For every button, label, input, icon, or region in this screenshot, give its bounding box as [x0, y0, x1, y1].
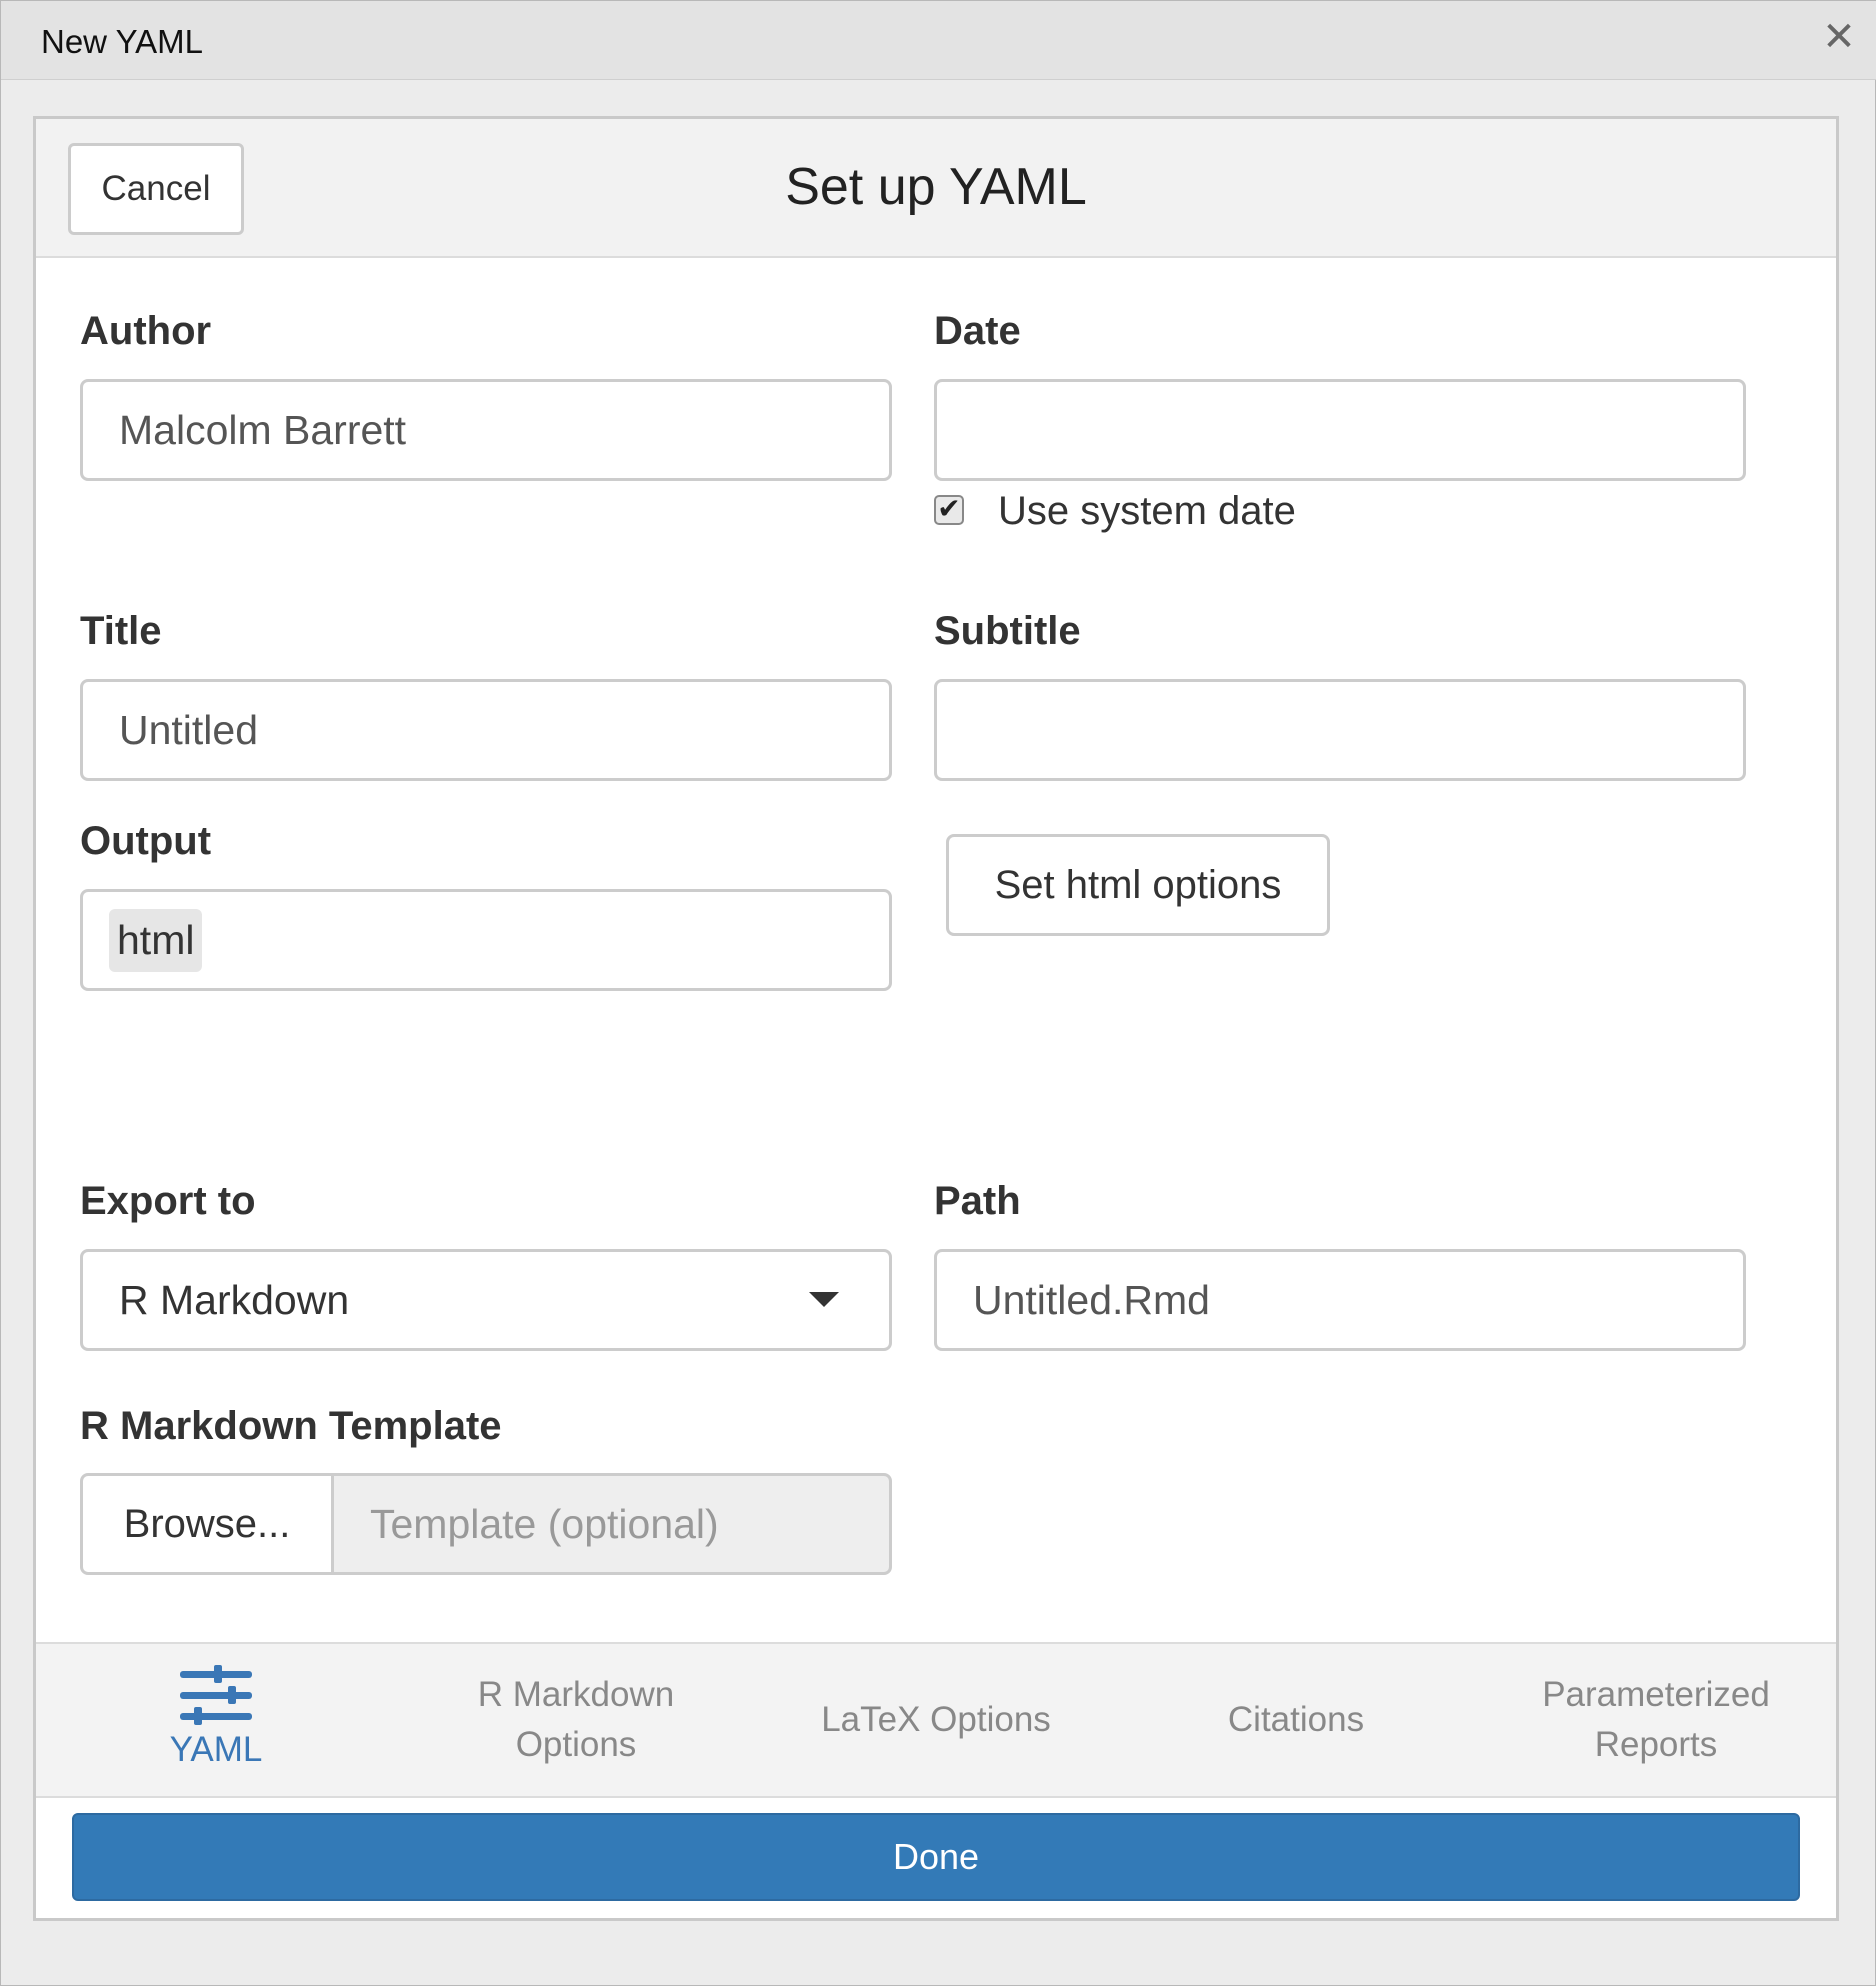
date-input[interactable] — [934, 379, 1746, 481]
path-input[interactable]: Untitled.Rmd — [934, 1249, 1746, 1351]
title-placeholder: Untitled — [119, 706, 259, 753]
output-select[interactable]: html — [80, 889, 892, 991]
done-button[interactable]: Done — [72, 1813, 1800, 1901]
subtitle-input[interactable] — [934, 679, 1746, 781]
use-system-date-checkbox[interactable]: ✔ — [934, 495, 964, 525]
yaml-panel: Cancel Set up YAML Author Malcolm Barret… — [33, 116, 1839, 1921]
tab-r-markdown-options[interactable]: R Markdown Options — [396, 1644, 756, 1796]
tab-label: Reports — [1594, 1725, 1718, 1764]
tab-label: Citations — [1227, 1700, 1365, 1739]
author-label: Author — [80, 309, 212, 353]
export-to-label: Export to — [80, 1179, 256, 1223]
export-to-select[interactable]: R Markdown — [80, 1249, 892, 1351]
browse-button[interactable]: Browse... — [80, 1473, 334, 1575]
tab-label: Parameterized — [1542, 1675, 1770, 1714]
date-label: Date — [934, 309, 1021, 353]
chevron-down-icon — [809, 1292, 839, 1307]
new-yaml-window: New YAML ✕ Cancel Set up YAML Author Mal… — [0, 0, 1876, 1986]
window-title: New YAML — [41, 23, 204, 60]
panel-header: Cancel Set up YAML — [36, 119, 1836, 258]
template-label: R Markdown Template — [80, 1404, 502, 1448]
tab-label: Options — [515, 1725, 637, 1764]
output-label: Output — [80, 819, 212, 863]
page-title: Set up YAML — [785, 158, 1087, 216]
tab-label: YAML — [169, 1730, 263, 1769]
title-label: Title — [80, 609, 162, 653]
bottom-tab-bar: YAML R Markdown Options LaTeX Options Ci… — [36, 1642, 1836, 1798]
sliders-icon — [180, 1665, 252, 1725]
tab-latex-options[interactable]: LaTeX Options — [756, 1644, 1116, 1796]
subtitle-label: Subtitle — [934, 609, 1081, 653]
title-input[interactable]: Untitled — [80, 679, 892, 781]
tab-label: R Markdown — [477, 1675, 675, 1714]
tab-yaml[interactable]: YAML — [36, 1644, 396, 1796]
set-html-options-button[interactable]: Set html options — [946, 834, 1330, 936]
author-value: Malcolm Barrett — [119, 406, 407, 453]
template-placeholder: Template (optional) — [370, 1500, 719, 1547]
template-input[interactable]: Template (optional) — [331, 1473, 892, 1575]
title-bar: New YAML ✕ — [1, 1, 1876, 80]
tab-citations[interactable]: Citations — [1116, 1644, 1476, 1796]
tab-parameterized-reports[interactable]: Parameterized Reports — [1476, 1644, 1836, 1796]
author-input[interactable]: Malcolm Barrett — [80, 379, 892, 481]
tab-label: LaTeX Options — [821, 1700, 1051, 1739]
output-tag[interactable]: html — [109, 908, 203, 972]
close-icon[interactable]: ✕ — [1821, 17, 1857, 57]
path-placeholder: Untitled.Rmd — [973, 1276, 1210, 1323]
use-system-date-label: Use system date — [998, 489, 1296, 533]
export-to-value: R Markdown — [119, 1276, 350, 1323]
path-label: Path — [934, 1179, 1021, 1223]
